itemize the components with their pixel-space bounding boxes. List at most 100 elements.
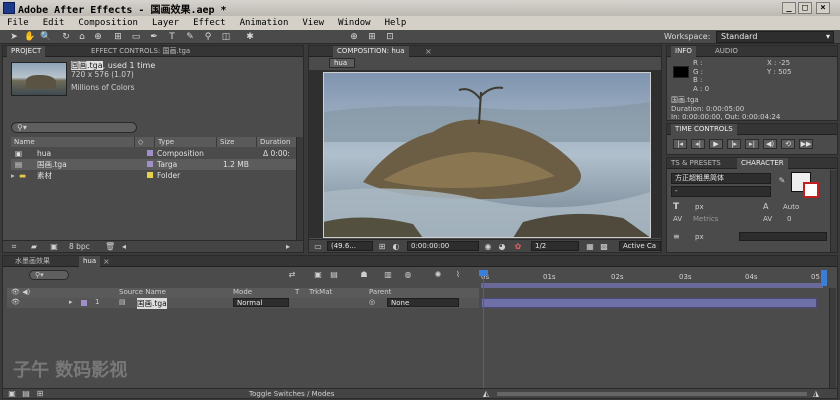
maximize-button[interactable]: □ <box>798 2 812 14</box>
timeline-scrollbar[interactable] <box>829 288 836 388</box>
layer-name[interactable]: 国画.tga <box>137 298 167 309</box>
menu-composition[interactable]: Composition <box>71 18 145 28</box>
expand-arrow-icon[interactable]: ▸ <box>69 298 73 306</box>
ram-preview-button[interactable]: ▶▶ <box>799 139 813 149</box>
project-scrollbar[interactable] <box>296 137 303 241</box>
hide-shy-icon[interactable]: ☗ <box>359 270 369 279</box>
rotate-tool-icon[interactable]: ↻ <box>60 32 72 42</box>
safe-zones-icon[interactable]: ⊞ <box>377 242 387 251</box>
orbit-tool-icon[interactable]: ⊕ <box>92 32 104 42</box>
timeline-search-input[interactable]: ⚲▾ <box>29 270 69 280</box>
audio-button[interactable]: ◀) <box>763 139 777 149</box>
list-item[interactable]: ▤ 国画.tga Targa 1.2 MB <box>11 159 297 170</box>
list-item[interactable]: ▣ hua Composition Δ 0:00: <box>11 148 297 159</box>
delete-icon[interactable]: 🗑 <box>105 242 115 251</box>
table-row[interactable]: 👁 ▸ 1 ▤ 国画.tga Normal ◎ None <box>7 298 479 309</box>
close-tab-icon[interactable]: × <box>103 257 110 266</box>
tab-character[interactable]: CHARACTER <box>737 158 788 169</box>
text-tool-icon[interactable]: T <box>166 32 178 42</box>
pan-behind-tool-icon[interactable]: ⊞ <box>112 32 124 42</box>
expand-arrow-icon[interactable]: ▸ <box>11 170 15 181</box>
motion-blur-icon[interactable]: ◍ <box>403 270 413 279</box>
tracking-value[interactable]: 0 <box>787 215 791 223</box>
bpc-label[interactable]: 8 bpc <box>69 242 90 251</box>
stroke-width-unit[interactable]: px <box>695 233 704 241</box>
loop-button[interactable]: ⟲ <box>781 139 795 149</box>
time-indicator-handle[interactable] <box>479 270 488 276</box>
layer-duration-bar[interactable] <box>481 298 817 308</box>
col-trkmat[interactable]: TrkMat <box>309 288 332 296</box>
tab-project[interactable]: PROJECT <box>7 46 46 57</box>
col-label-icon[interactable]: ◇ <box>135 137 155 147</box>
zoom-select[interactable]: (49.6... <box>327 241 373 251</box>
camera-select[interactable]: Active Ca <box>619 241 661 251</box>
mask-visibility-icon[interactable]: ◐ <box>391 242 401 251</box>
first-frame-button[interactable]: |◂ <box>673 139 687 149</box>
col-source-name[interactable]: Source Name <box>119 288 166 296</box>
stroke-order-select[interactable] <box>739 232 827 241</box>
pen-tool-icon[interactable]: ✒ <box>148 32 160 42</box>
menu-edit[interactable]: Edit <box>36 18 72 28</box>
zoom-out-icon[interactable]: ◭ <box>481 389 491 398</box>
always-preview-icon[interactable]: ▭ <box>313 242 323 251</box>
stroke-color-swatch[interactable] <box>803 182 819 198</box>
play-button[interactable]: ▶ <box>709 139 723 149</box>
menu-layer[interactable]: Layer <box>145 18 186 28</box>
toggle-switches-modes-button[interactable]: Toggle Switches / Modes <box>249 389 334 399</box>
kerning-value[interactable]: Metrics <box>693 215 718 223</box>
workspace-select[interactable]: Standard ▾ <box>716 31 834 43</box>
draft-3d-icon[interactable]: ▤ <box>329 270 339 279</box>
tab-comp-ink[interactable]: 水墨画效果 <box>11 256 54 267</box>
close-tab-icon[interactable]: × <box>425 47 432 56</box>
parent-select[interactable]: None <box>387 298 459 307</box>
puppet-tool-icon[interactable]: ✱ <box>244 32 256 42</box>
pick-whip-icon[interactable]: ◎ <box>369 298 375 306</box>
frame-blending-icon[interactable]: ▥ <box>383 270 393 279</box>
tab-info[interactable]: INFO <box>671 46 696 57</box>
axis-local-icon[interactable]: ⊕ <box>348 32 360 42</box>
new-folder-icon[interactable]: ▰ <box>29 242 39 251</box>
transfer-controls-icon[interactable]: ▤ <box>21 389 31 398</box>
character-scrollbar[interactable] <box>830 170 837 252</box>
next-frame-button[interactable]: |▸ <box>727 139 741 149</box>
comp-label[interactable]: hua <box>329 58 355 68</box>
scroll-left-icon[interactable]: ◂ <box>119 242 129 251</box>
font-style-select[interactable]: - <box>671 186 771 197</box>
font-family-select[interactable]: 方正超粗黑简体 <box>671 173 771 184</box>
project-search-input[interactable]: ⚲▾ <box>11 122 137 133</box>
interpret-footage-icon[interactable]: ⌗ <box>9 242 19 251</box>
resolution-select[interactable]: 1/2 <box>531 241 579 251</box>
live-update-icon[interactable]: ▣ <box>313 270 323 279</box>
last-frame-button[interactable]: ▸| <box>745 139 759 149</box>
col-t[interactable]: T <box>295 288 299 296</box>
blend-mode-select[interactable]: Normal <box>233 298 289 307</box>
menu-animation[interactable]: Animation <box>233 18 296 28</box>
visibility-eye-icon[interactable]: 👁 <box>11 298 20 306</box>
clone-stamp-tool-icon[interactable]: ⚲ <box>202 32 214 42</box>
tab-time-controls[interactable]: TIME CONTROLS <box>671 124 737 135</box>
menu-file[interactable]: File <box>0 18 36 28</box>
menu-help[interactable]: Help <box>378 18 414 28</box>
camera-tool-icon[interactable]: ⌂ <box>76 32 88 42</box>
timecode-field[interactable]: 0:00:00:00 <box>407 241 479 251</box>
zoom-tool-icon[interactable]: 🔍 <box>40 32 52 42</box>
rectangle-tool-icon[interactable]: ▭ <box>130 32 142 42</box>
hand-tool-icon[interactable]: ✋ <box>24 32 36 42</box>
snapshot-icon[interactable]: ◉ <box>483 242 493 251</box>
eyedropper-icon[interactable]: ✎ <box>777 176 787 185</box>
tab-audio[interactable]: AUDIO <box>711 46 742 57</box>
brainstorm-icon[interactable]: ✺ <box>433 270 443 279</box>
graph-editor-icon[interactable]: ⌇ <box>453 270 463 279</box>
brush-tool-icon[interactable]: ✎ <box>184 32 196 42</box>
current-time-indicator[interactable] <box>483 270 484 394</box>
tab-comp-hua[interactable]: hua <box>79 256 101 267</box>
col-type[interactable]: Type <box>155 137 217 147</box>
work-area-end-handle[interactable] <box>821 270 827 286</box>
selection-tool-icon[interactable]: ➤ <box>8 32 20 42</box>
col-name[interactable]: Name <box>11 137 135 147</box>
leading-value[interactable]: Auto <box>783 203 799 211</box>
col-size[interactable]: Size <box>217 137 257 147</box>
in-out-icon[interactable]: ⊞ <box>35 389 45 398</box>
zoom-in-icon[interactable]: ◮ <box>811 389 821 398</box>
col-mode[interactable]: Mode <box>233 288 252 296</box>
